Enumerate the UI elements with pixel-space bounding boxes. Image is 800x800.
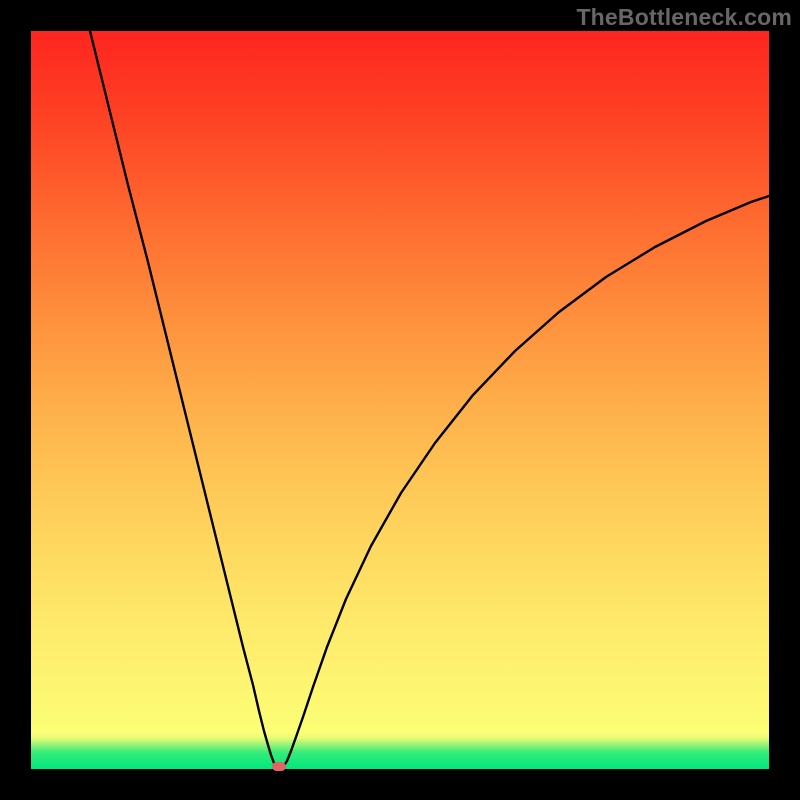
- min-marker: [272, 762, 286, 771]
- bottleneck-curve: [90, 31, 769, 769]
- curve-layer: [31, 31, 769, 769]
- chart-frame: TheBottleneck.com: [0, 0, 800, 800]
- plot-area: [31, 31, 769, 769]
- watermark-text: TheBottleneck.com: [576, 4, 792, 31]
